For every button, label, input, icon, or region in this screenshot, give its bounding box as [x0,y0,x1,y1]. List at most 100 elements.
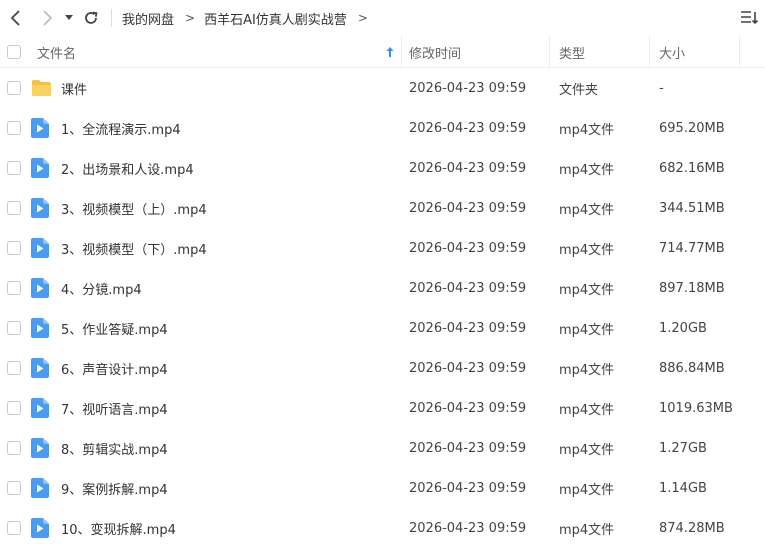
checkbox[interactable] [7,441,21,455]
column-divider[interactable] [649,36,650,68]
checkbox[interactable] [7,401,21,415]
file-row[interactable]: 2、出场景和人设.mp4 2026-04-23 09:59 mp4文件 682.16M… [0,148,765,188]
file-name[interactable]: 2、出场景和人设.mp4 [61,148,194,188]
row-checkbox-cell[interactable] [7,428,21,468]
column-divider[interactable] [549,36,550,68]
breadcrumb-item-current[interactable]: 西羊石AI仿真人剧实战营 [204,9,347,28]
refresh-button[interactable] [80,7,102,29]
column-header-modified[interactable]: 修改时间 [409,36,461,68]
file-type: mp4文件 [559,122,615,138]
video-file-icon [31,308,49,348]
back-button[interactable] [5,7,27,29]
file-name[interactable]: 10、变现拆解.mp4 [61,508,176,548]
file-size: 886.84MB [659,360,725,376]
file-size: 714.77MB [659,240,725,256]
file-size: 874.28MB [659,520,725,536]
file-name[interactable]: 9、案例拆解.mp4 [61,468,168,508]
file-row[interactable]: 4、分镜.mp4 2026-04-23 09:59 mp4文件 897.18MB [0,268,765,308]
file-row[interactable]: 课件 2026-04-23 09:59 文件夹 - [0,68,765,108]
checkbox[interactable] [7,201,21,215]
breadcrumb: 我的网盘 > 西羊石AI仿真人剧实战营 > [122,0,377,36]
file-modified-time: 2026-04-23 09:59 [409,200,527,216]
video-file-icon [31,228,49,268]
checkbox[interactable] [7,281,21,295]
video-file-icon [31,348,49,388]
file-type: mp4文件 [559,442,615,458]
column-header-name[interactable]: 文件名 [37,36,76,68]
file-size: 897.18MB [659,280,725,296]
column-header-size[interactable]: 大小 [659,36,685,68]
checkbox[interactable] [7,321,21,335]
file-size: 1.14GB [659,480,707,496]
row-checkbox-cell[interactable] [7,268,21,308]
row-checkbox-cell[interactable] [7,308,21,348]
column-header-type[interactable]: 类型 [559,36,585,68]
video-file-icon [31,428,49,468]
history-dropdown-button[interactable] [60,7,78,29]
file-size: 695.20MB [659,120,725,136]
checkbox[interactable] [7,81,21,95]
row-checkbox-cell[interactable] [7,508,21,548]
video-file-icon [31,108,49,148]
video-file-icon [31,468,49,508]
file-modified-time: 2026-04-23 09:59 [409,440,527,456]
file-type: mp4文件 [559,242,615,258]
toolbar: 我的网盘 > 西羊石AI仿真人剧实战营 > [0,0,765,36]
row-checkbox-cell[interactable] [7,348,21,388]
checkbox[interactable] [7,521,21,535]
file-name[interactable]: 6、声音设计.mp4 [61,348,168,388]
row-checkbox-cell[interactable] [7,188,21,228]
file-name[interactable]: 8、剪辑实战.mp4 [61,428,168,468]
checkbox[interactable] [7,361,21,375]
file-row[interactable]: 10、变现拆解.mp4 2026-04-23 09:59 mp4文件 874.28MB [0,508,765,548]
view-sort-button[interactable] [739,8,759,28]
checkbox[interactable] [7,241,21,255]
file-row[interactable]: 9、案例拆解.mp4 2026-04-23 09:59 mp4文件 1.14GB [0,468,765,508]
checkbox[interactable] [7,481,21,495]
arrow-left-icon [10,10,22,26]
file-type: mp4文件 [559,282,615,298]
toolbar-divider [111,9,112,27]
file-type: mp4文件 [559,402,615,418]
file-modified-time: 2026-04-23 09:59 [409,480,527,496]
file-modified-time: 2026-04-23 09:59 [409,240,527,256]
row-checkbox-cell[interactable] [7,108,21,148]
row-checkbox-cell[interactable] [7,68,21,108]
video-file-icon [31,508,49,548]
forward-button[interactable] [36,7,58,29]
file-name[interactable]: 3、视频模型（上）.mp4 [61,188,207,228]
file-row[interactable]: 6、声音设计.mp4 2026-04-23 09:59 mp4文件 886.84MB [0,348,765,388]
file-row[interactable]: 7、视听语言.mp4 2026-04-23 09:59 mp4文件 1019.63MB [0,388,765,428]
column-divider[interactable] [739,36,740,68]
column-divider[interactable] [401,36,402,68]
file-type: 文件夹 [559,82,599,98]
checkbox[interactable] [7,45,21,59]
row-checkbox-cell[interactable] [7,148,21,188]
file-size: 1.27GB [659,440,707,456]
file-row[interactable]: 1、全流程演示.mp4 2026-04-23 09:59 mp4文件 695.20MB [0,108,765,148]
checkbox[interactable] [7,121,21,135]
file-name[interactable]: 1、全流程演示.mp4 [61,108,181,148]
row-checkbox-cell[interactable] [7,468,21,508]
file-row[interactable]: 3、视频模型（上）.mp4 2026-04-23 09:59 mp4文件 344.51… [0,188,765,228]
video-file-icon [31,188,49,228]
file-name[interactable]: 7、视听语言.mp4 [61,388,168,428]
breadcrumb-separator: > [185,11,196,25]
checkbox[interactable] [7,161,21,175]
sort-ascending-icon[interactable] [385,46,395,62]
breadcrumb-item-root[interactable]: 我的网盘 [122,9,174,28]
row-checkbox-cell[interactable] [7,228,21,268]
file-row[interactable]: 3、视频模型（下）.mp4 2026-04-23 09:59 mp4文件 714.77… [0,228,765,268]
breadcrumb-separator: > [357,11,368,25]
row-checkbox-cell[interactable] [7,388,21,428]
file-type: mp4文件 [559,202,615,218]
file-row[interactable]: 5、作业答疑.mp4 2026-04-23 09:59 mp4文件 1.20GB [0,308,765,348]
file-name[interactable]: 课件 [61,68,87,108]
file-list-header: 文件名 修改时间 类型 大小 [0,36,765,68]
select-all-checkbox[interactable] [7,36,21,68]
file-name[interactable]: 5、作业答疑.mp4 [61,308,168,348]
arrow-right-icon [41,10,53,26]
file-row[interactable]: 8、剪辑实战.mp4 2026-04-23 09:59 mp4文件 1.27GB [0,428,765,468]
file-name[interactable]: 3、视频模型（下）.mp4 [61,228,207,268]
file-name[interactable]: 4、分镜.mp4 [61,268,142,308]
